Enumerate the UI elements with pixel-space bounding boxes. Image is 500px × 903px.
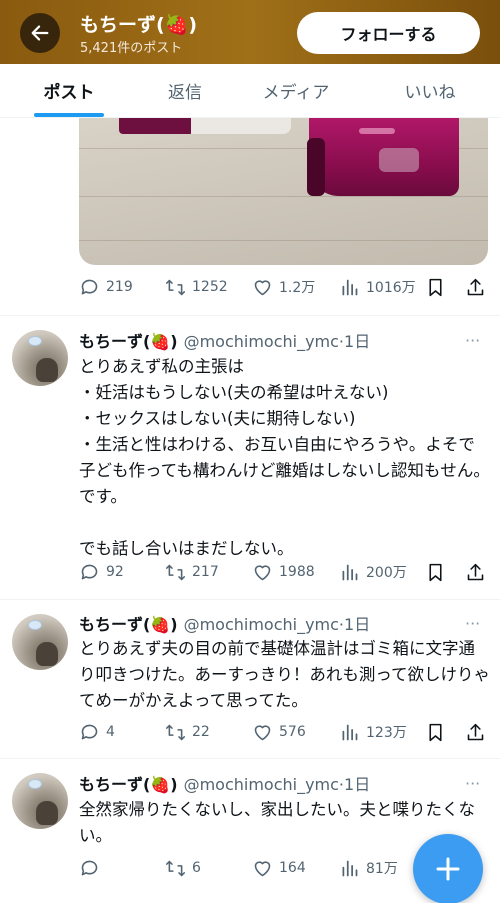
tweet-actions: 4 22 576 123万: [79, 720, 489, 744]
tab-posts[interactable]: ポスト: [20, 64, 118, 117]
avatar[interactable]: [12, 773, 68, 829]
reply-button[interactable]: 219: [79, 275, 133, 299]
repost-count: 6: [192, 860, 201, 876]
tweet-actions: 92 217 1988 200万: [79, 560, 489, 584]
plus-icon: [436, 857, 460, 881]
tweet-author-handle[interactable]: @mochimochi_ymc·1日: [184, 328, 371, 352]
back-arrow-icon: [31, 25, 49, 41]
tweet-header: もちーず(🍓) @mochimochi_ymc·1日: [79, 771, 370, 795]
tab-replies[interactable]: 返信: [136, 64, 234, 117]
repost-count: 22: [192, 724, 210, 740]
like-count: 576: [279, 724, 306, 740]
views-count: 81万: [366, 861, 398, 877]
tweet-author-name[interactable]: もちーず(🍓): [79, 611, 178, 635]
follow-button[interactable]: フォローする: [297, 12, 480, 54]
bookmark-icon: [429, 563, 442, 581]
tweet-media-image[interactable]: [79, 118, 488, 265]
tweet-author-handle[interactable]: @mochimochi_ymc·1日: [184, 771, 371, 795]
tweet-divider: [0, 758, 500, 759]
views-count: 200万: [366, 565, 407, 581]
reply-button[interactable]: [79, 856, 106, 880]
tweet-actions: 219 1252 1.2万 1016万: [79, 275, 489, 299]
bookmark-button[interactable]: [425, 275, 452, 299]
repost-count: 217: [192, 564, 219, 580]
heart-icon: [254, 860, 271, 876]
bookmark-button[interactable]: [425, 720, 452, 744]
views-chart-icon: [342, 564, 358, 580]
repost-button[interactable]: 6: [165, 856, 201, 880]
share-button[interactable]: [465, 275, 492, 299]
reply-icon: [81, 724, 98, 739]
views-chart-icon: [342, 724, 358, 740]
more-options-icon[interactable]: ···: [465, 771, 480, 795]
reply-button[interactable]: 92: [79, 560, 124, 584]
repost-button[interactable]: 22: [165, 720, 210, 744]
like-button[interactable]: 576: [252, 720, 306, 744]
compose-button[interactable]: [413, 834, 483, 903]
repost-icon: [165, 564, 186, 580]
like-count: 1988: [279, 564, 315, 580]
repost-icon: [165, 860, 186, 876]
tab-likes[interactable]: いいね: [380, 64, 480, 117]
reply-button[interactable]: 4: [79, 720, 115, 744]
views-button[interactable]: 1016万: [339, 275, 416, 299]
reply-count: 219: [106, 279, 133, 295]
tweet-author-name[interactable]: もちーず(🍓): [79, 771, 178, 795]
post-count: 5,421件のポスト: [80, 41, 183, 56]
back-button[interactable]: [20, 13, 60, 53]
repost-icon: [165, 279, 186, 295]
active-tab-indicator: [34, 113, 104, 117]
repost-icon: [165, 724, 186, 740]
profile-tabs: ポスト 返信 メディア いいね: [0, 64, 500, 118]
share-icon: [467, 563, 484, 580]
like-button[interactable]: 1988: [252, 560, 315, 584]
repost-button[interactable]: 217: [165, 560, 219, 584]
avatar[interactable]: [12, 614, 68, 670]
share-icon: [467, 723, 484, 740]
like-count: 1.2万: [279, 280, 316, 296]
repost-button[interactable]: 1252: [165, 275, 228, 299]
tweet-header: もちーず(🍓) @mochimochi_ymc·1日: [79, 611, 370, 635]
views-button[interactable]: 123万: [339, 720, 407, 744]
reply-count: 4: [106, 724, 115, 740]
tweet-text: とりあえず私の主張は ・妊活はもうしない(夫の希望は叶えない) ・セックスはしな…: [79, 357, 490, 558]
repost-count: 1252: [192, 279, 228, 295]
tweet-header: もちーず(🍓) @mochimochi_ymc·1日: [79, 328, 370, 352]
avatar[interactable]: [12, 330, 68, 386]
reply-icon: [81, 860, 98, 875]
views-button[interactable]: 200万: [339, 560, 407, 584]
tab-media[interactable]: メディア: [246, 64, 346, 117]
heart-icon: [254, 279, 271, 295]
tweet-text: とりあえず夫の目の前で基礎体温計はゴミ箱に文字通り叩きつけた。あーすっきり！あれ…: [79, 639, 491, 710]
tweet-author-name[interactable]: もちーず(🍓): [79, 328, 178, 352]
share-icon: [467, 278, 484, 295]
reply-count: 92: [106, 564, 124, 580]
tweet-author-handle[interactable]: @mochimochi_ymc·1日: [184, 611, 371, 635]
share-button[interactable]: [465, 720, 492, 744]
bookmark-icon: [429, 723, 442, 741]
more-options-icon[interactable]: ···: [465, 611, 480, 635]
tweet-divider: [0, 599, 500, 600]
heart-icon: [254, 564, 271, 580]
heart-icon: [254, 724, 271, 740]
like-count: 164: [279, 860, 306, 876]
profile-name: もちーず(🍓): [80, 14, 198, 36]
profile-header: もちーず(🍓) 5,421件のポスト フォローする: [0, 0, 500, 64]
views-count: 123万: [366, 725, 407, 741]
like-button[interactable]: 1.2万: [252, 275, 315, 299]
views-chart-icon: [342, 860, 358, 876]
tweet-divider: [0, 315, 500, 316]
bookmark-button[interactable]: [425, 560, 452, 584]
more-options-icon[interactable]: ···: [465, 328, 480, 352]
bookmark-icon: [429, 278, 442, 296]
reply-icon: [81, 279, 98, 294]
views-chart-icon: [342, 279, 358, 295]
share-button[interactable]: [465, 560, 492, 584]
views-button[interactable]: 81万: [339, 856, 398, 880]
like-button[interactable]: 164: [252, 856, 306, 880]
views-count: 1016万: [366, 280, 416, 296]
reply-icon: [81, 564, 98, 579]
